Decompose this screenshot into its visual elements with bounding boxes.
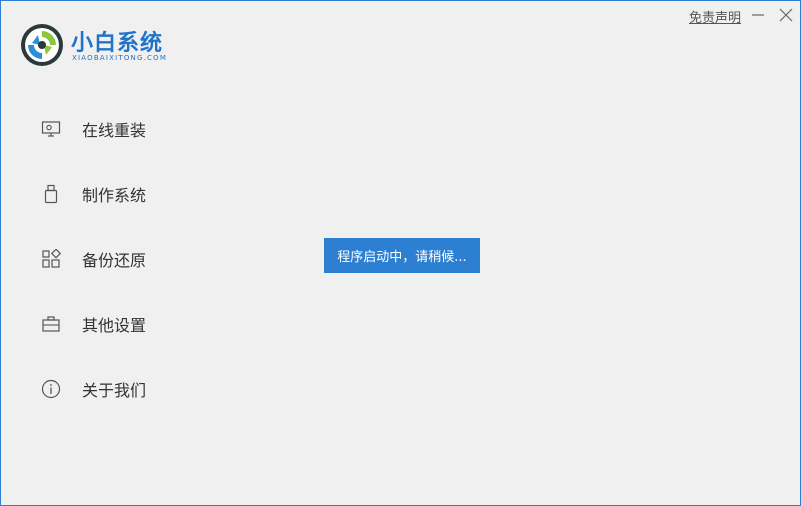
logo-icon <box>21 24 63 66</box>
sidebar-item-label: 备份还原 <box>82 251 147 270</box>
apps-grid-icon <box>39 247 63 271</box>
app-window: 小白系统 XIAOBAIXITONG.COM 免责声明 在线重装 制作系统 备份… <box>0 0 801 506</box>
minimize-icon[interactable] <box>749 6 767 24</box>
close-icon[interactable] <box>777 6 795 24</box>
sidebar-item-label: 制作系统 <box>82 186 147 205</box>
sidebar-item-online-reinstall[interactable]: 在线重装 <box>39 114 199 144</box>
briefcase-icon <box>39 312 63 336</box>
sidebar-item-backup-restore[interactable]: 备份还原 <box>39 244 199 274</box>
sidebar-item-make-system[interactable]: 制作系统 <box>39 179 199 209</box>
sidebar-item-other-settings[interactable]: 其他设置 <box>39 309 199 339</box>
brand-subtitle: XIAOBAIXITONG.COM <box>72 54 168 62</box>
sidebar-item-about-us[interactable]: 关于我们 <box>39 374 199 404</box>
sidebar-item-label: 其他设置 <box>82 316 147 335</box>
disclaimer-link[interactable]: 免责声明 <box>689 7 741 26</box>
info-icon <box>39 377 63 401</box>
usb-drive-icon <box>39 182 63 206</box>
sidebar-item-label: 在线重装 <box>82 121 147 140</box>
sidebar-item-label: 关于我们 <box>82 381 147 400</box>
loading-toast: 程序启动中，请稍候... <box>324 238 480 273</box>
brand-title: 小白系统 <box>71 31 164 56</box>
monitor-icon <box>39 117 63 141</box>
